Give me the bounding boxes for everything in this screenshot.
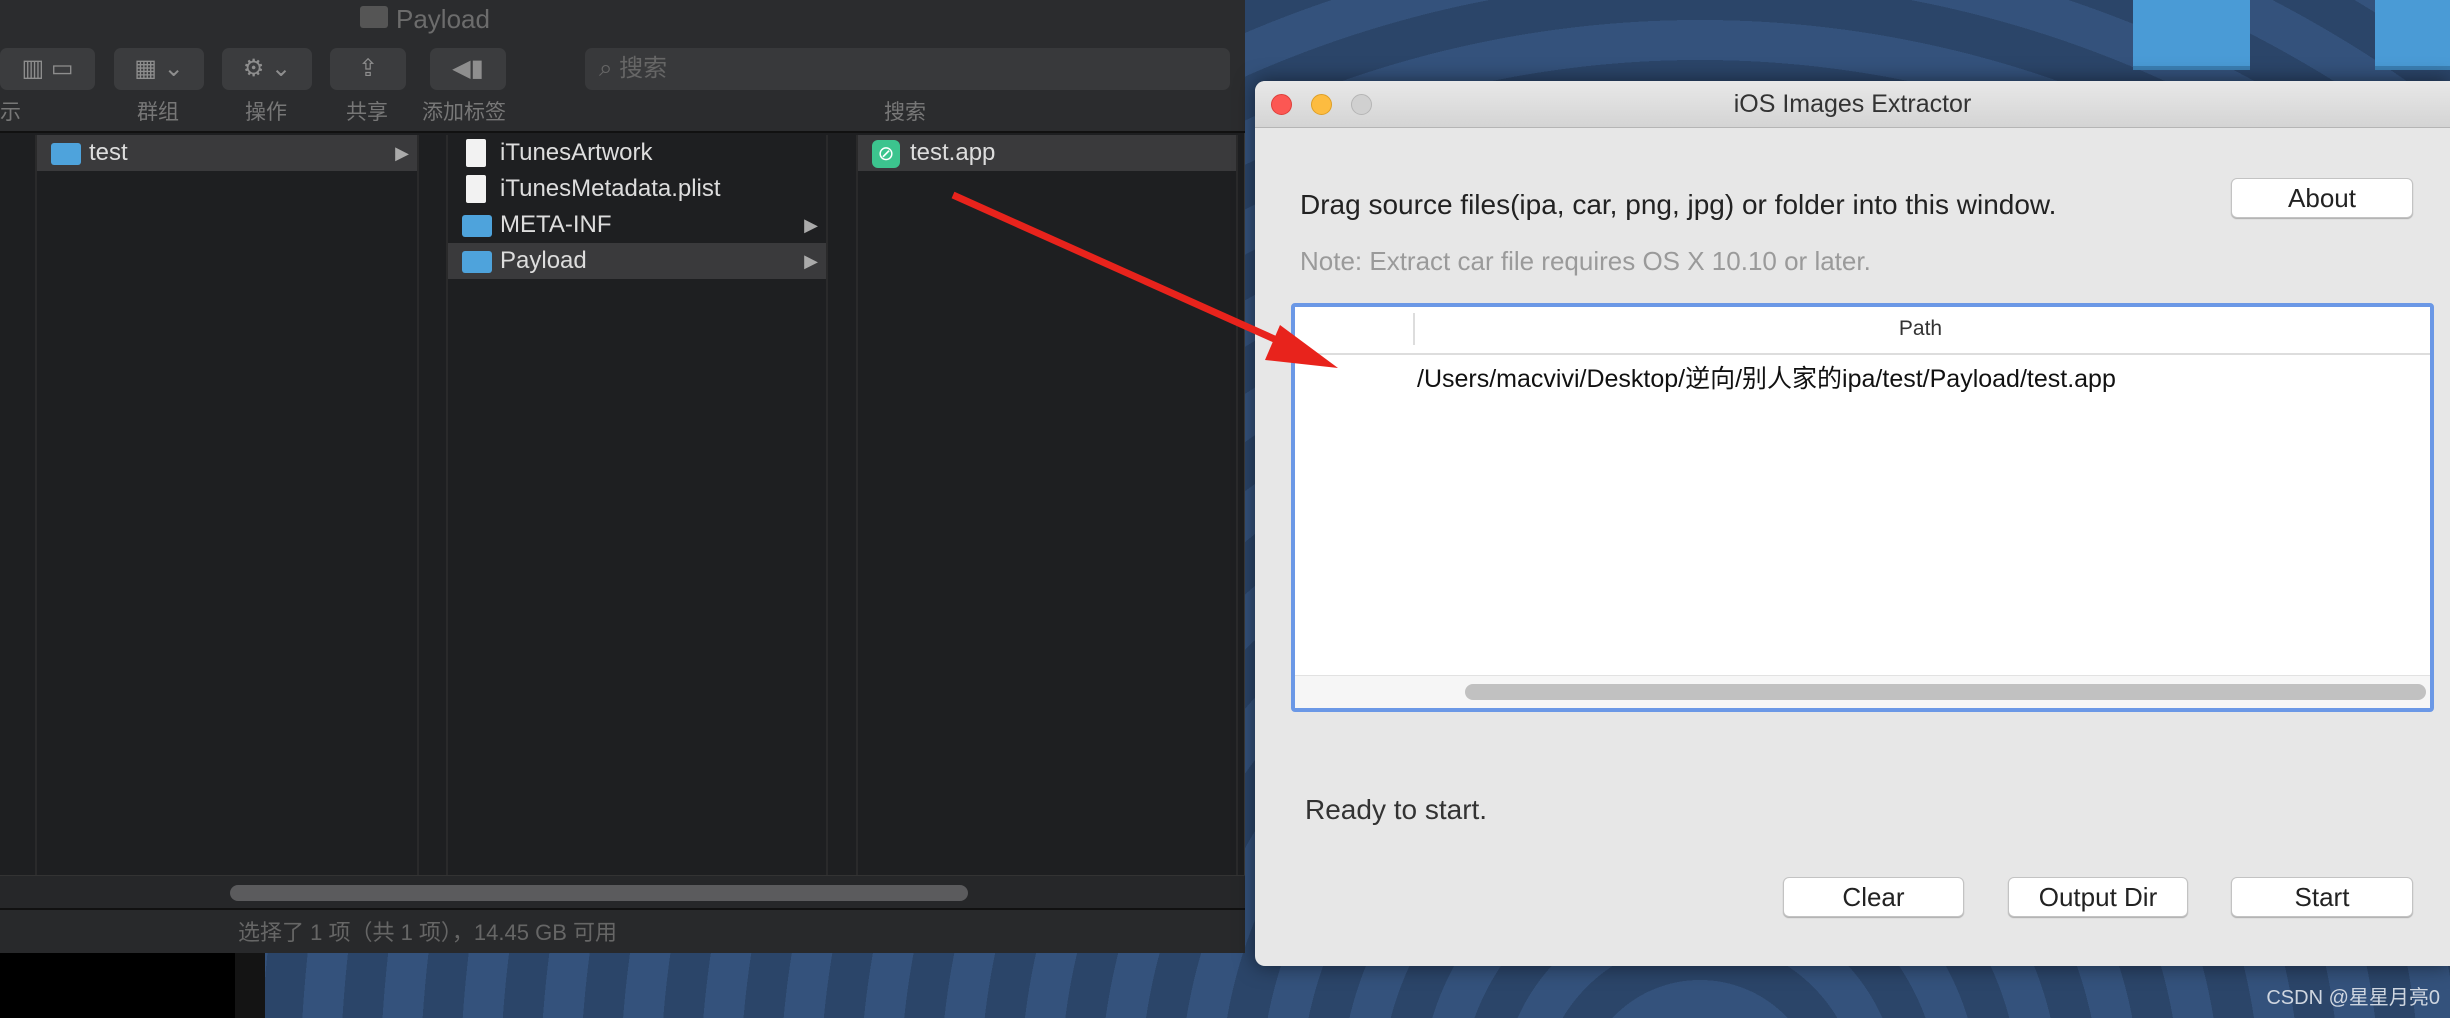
watermark: CSDN @星星月亮0 bbox=[2266, 987, 2440, 1009]
arrow-shaft bbox=[951, 191, 1292, 350]
arrow-head bbox=[1265, 325, 1338, 368]
annotation-arrow bbox=[951, 191, 1338, 368]
